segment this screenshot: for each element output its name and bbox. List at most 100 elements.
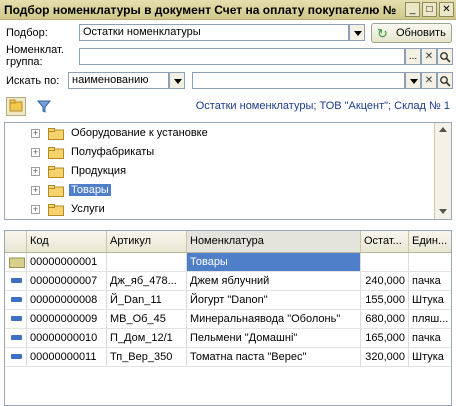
filter-button[interactable] — [34, 97, 54, 116]
quantity-cell: 680,000 — [361, 310, 409, 328]
article-cell: Тп_Вер_350 — [107, 348, 187, 366]
folder-icon — [9, 257, 25, 268]
search-clear-icon[interactable]: ✕ — [421, 72, 437, 89]
header-code[interactable]: Код — [27, 231, 107, 252]
table-row[interactable]: 00000000008 Й_Dan_11 Йогурт "Danon" 155,… — [5, 291, 451, 310]
tree-item-selected[interactable]: + Товары — [31, 183, 431, 200]
table-row[interactable]: 00000000007 Дж_яб_478... Джем яблучний 2… — [5, 272, 451, 291]
expand-icon[interactable]: + — [31, 205, 40, 214]
row-icon-cell — [5, 310, 27, 328]
item-icon — [11, 354, 22, 359]
group-select-button[interactable]: ... — [405, 48, 421, 65]
row-icon-cell — [5, 291, 27, 309]
tree-toggle-button[interactable] — [6, 97, 26, 116]
scroll-down-icon[interactable] — [439, 209, 447, 214]
maximize-button[interactable]: □ — [422, 2, 437, 17]
name-cell: Джем яблучний — [187, 272, 361, 290]
item-icon — [11, 335, 22, 340]
refresh-button[interactable]: ↻ Обновить — [371, 23, 452, 43]
window-title-bar[interactable]: Подбор номенклатуры в документ Счет на о… — [0, 0, 456, 20]
quantity-cell: 240,000 — [361, 272, 409, 290]
podbor-dropdown-button[interactable] — [349, 24, 365, 41]
window-controls: _ □ ✕ — [405, 2, 454, 17]
group-field[interactable] — [79, 48, 405, 65]
article-cell: П_Дом_12/1 — [107, 329, 187, 347]
article-cell — [107, 253, 187, 271]
row-icon-cell — [5, 329, 27, 347]
name-cell: Товары — [187, 253, 361, 271]
folder-icon — [48, 185, 64, 197]
search-mode-dropdown-button[interactable] — [169, 72, 185, 89]
group-label-line1: Номенклат. — [6, 44, 64, 56]
item-icon — [11, 297, 22, 302]
row-icon-cell — [5, 253, 27, 271]
grid-header: Код Артикул Номенклатура Остат... Един..… — [5, 231, 451, 253]
tree-item[interactable]: + Услуги — [31, 202, 431, 219]
refresh-label: Обновить — [396, 27, 446, 39]
window-title: Подбор номенклатуры в документ Счет на о… — [4, 3, 397, 17]
name-cell: Йогурт "Danon" — [187, 291, 361, 309]
unit-cell: Штука — [409, 291, 451, 309]
header-quantity[interactable]: Остат... — [361, 231, 409, 252]
unit-cell: пляш... — [409, 310, 451, 328]
folder-icon — [48, 166, 64, 178]
name-cell: Минеральнаявода "Оболонь" — [187, 310, 361, 328]
header-name[interactable]: Номенклатура — [187, 231, 361, 252]
expand-icon[interactable]: + — [31, 167, 40, 176]
quantity-cell: 320,000 — [361, 348, 409, 366]
podbor-label: Подбор: — [6, 27, 48, 39]
tree-item[interactable]: + Продукция — [31, 164, 431, 181]
table-row-folder[interactable]: 00000000001 Товары — [5, 253, 451, 272]
code-cell: 00000000011 — [27, 348, 107, 366]
group-tree[interactable]: + Оборудование к установке + Полуфабрика… — [4, 122, 452, 220]
items-grid[interactable]: Код Артикул Номенклатура Остат... Един..… — [4, 230, 452, 406]
quantity-cell — [361, 253, 409, 271]
table-row[interactable]: 00000000010 П_Дом_12/1 Пельмени "Домашні… — [5, 329, 451, 348]
tree-item[interactable]: + Полуфабрикаты — [31, 145, 431, 162]
podbor-select[interactable]: Остатки номенклатуры — [79, 24, 349, 41]
search-mode-select[interactable]: наименованию — [68, 72, 169, 89]
header-article[interactable]: Артикул — [107, 231, 187, 252]
folder-tree-icon — [9, 99, 23, 112]
table-row[interactable]: 00000000009 МВ_Об_45 Минеральнаявода "Об… — [5, 310, 451, 329]
group-search-icon[interactable] — [437, 48, 453, 65]
tree-scrollbar[interactable] — [434, 123, 451, 219]
unit-cell: пачка — [409, 329, 451, 347]
tree-item[interactable]: + Оборудование к установке — [31, 126, 431, 143]
folder-icon — [48, 204, 64, 216]
search-icon[interactable] — [437, 72, 453, 89]
tree-item-label: Товары — [69, 184, 111, 196]
refresh-icon: ↻ — [377, 26, 388, 41]
expand-icon[interactable]: + — [31, 148, 40, 157]
header-icon-column[interactable] — [5, 231, 27, 252]
name-cell: Пельмени "Домашні" — [187, 329, 361, 347]
scroll-up-icon[interactable] — [439, 127, 447, 132]
expand-icon[interactable]: + — [31, 129, 40, 138]
article-cell: Й_Dan_11 — [107, 291, 187, 309]
unit-cell: Штука — [409, 348, 451, 366]
expand-icon[interactable]: + — [31, 186, 40, 195]
name-cell: Томатна паста "Верес" — [187, 348, 361, 366]
filter-icon — [36, 100, 52, 113]
group-clear-icon[interactable]: ✕ — [421, 48, 437, 65]
code-cell: 00000000010 — [27, 329, 107, 347]
tree-item-label: Оборудование к установке — [71, 127, 208, 139]
quantity-cell: 165,000 — [361, 329, 409, 347]
table-row[interactable]: 00000000011 Тп_Вер_350 Томатна паста "Ве… — [5, 348, 451, 367]
folder-icon — [48, 128, 64, 140]
minimize-button[interactable]: _ — [405, 2, 420, 17]
article-cell: МВ_Об_45 — [107, 310, 187, 328]
article-cell: Дж_яб_478... — [107, 272, 187, 290]
tree-item-label: Полуфабрикаты — [71, 146, 155, 158]
item-icon — [11, 278, 22, 283]
search-input[interactable] — [192, 72, 405, 89]
header-unit[interactable]: Един... — [409, 231, 451, 252]
row-icon-cell — [5, 272, 27, 290]
search-by-label: Искать по: — [6, 75, 60, 87]
item-icon — [11, 316, 22, 321]
search-history-dropdown-button[interactable] — [405, 72, 421, 89]
row-icon-cell — [5, 348, 27, 366]
quantity-cell: 155,000 — [361, 291, 409, 309]
close-button[interactable]: ✕ — [439, 2, 454, 17]
tree-item-label: Продукция — [71, 165, 127, 177]
